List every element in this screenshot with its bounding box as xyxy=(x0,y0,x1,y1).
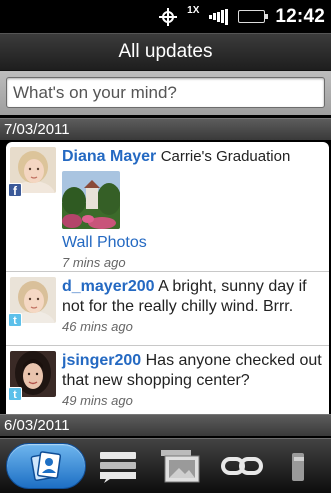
date-header: 7/03/2011 xyxy=(0,118,331,140)
signal-icon xyxy=(209,8,229,25)
feed-item[interactable]: t d_mayer200 A bright, sunny day if not … xyxy=(6,272,329,346)
gps-icon xyxy=(159,7,178,26)
bottom-tab-bar xyxy=(0,438,331,493)
avatar[interactable]: t xyxy=(8,277,56,327)
status-update-input[interactable] xyxy=(6,77,325,108)
avatar[interactable]: t xyxy=(8,351,56,401)
compose-area xyxy=(0,71,331,115)
tab-photos[interactable] xyxy=(150,439,210,493)
album-link[interactable]: Wall Photos xyxy=(62,233,323,253)
photo-thumbnail[interactable] xyxy=(62,171,120,229)
header-bar: All updates xyxy=(0,33,331,71)
battery-icon xyxy=(238,10,269,23)
twitter-icon: t xyxy=(8,387,22,401)
twitter-icon: t xyxy=(8,313,22,327)
facebook-icon: f xyxy=(8,183,22,198)
avatar[interactable]: f xyxy=(8,147,56,198)
data-arrows-icon: 1X xyxy=(187,4,200,16)
status-bar: 1X 12:42 xyxy=(0,0,331,33)
people-updates-icon xyxy=(29,449,63,483)
tab-all-updates[interactable] xyxy=(6,439,86,493)
author-name[interactable]: jsinger200 xyxy=(62,352,141,369)
links-icon xyxy=(220,454,264,478)
feed-item[interactable]: f Diana Mayer Carrie's Graduation Wall P… xyxy=(6,142,329,272)
messages-icon xyxy=(98,449,138,483)
date-header: 6/03/2011 xyxy=(0,414,331,436)
timestamp: 49 mins ago xyxy=(62,393,133,408)
author-name[interactable]: Diana Mayer xyxy=(62,148,156,165)
tab-more[interactable] xyxy=(274,439,304,493)
tab-messages[interactable] xyxy=(88,439,148,493)
page-title: All updates xyxy=(118,41,213,62)
photos-icon xyxy=(159,448,201,484)
timestamp: 46 mins ago xyxy=(62,319,133,334)
tab-links[interactable] xyxy=(212,439,272,493)
feed-item[interactable]: t jsinger200 Has anyone checked out that… xyxy=(6,346,329,420)
timestamp: 7 mins ago xyxy=(62,255,126,270)
more-icon xyxy=(288,449,304,483)
updates-feed[interactable]: f Diana Mayer Carrie's Graduation Wall P… xyxy=(6,142,329,420)
update-text: Carrie's Graduation xyxy=(160,148,291,165)
clock: 12:42 xyxy=(275,5,325,27)
author-name[interactable]: d_mayer200 xyxy=(62,278,155,295)
